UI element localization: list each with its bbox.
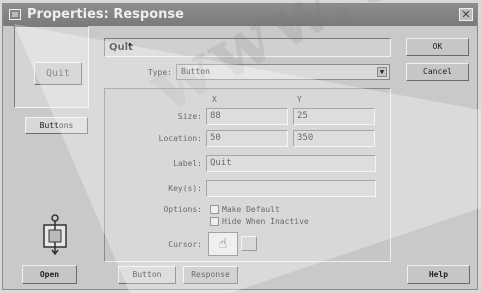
- size-y-field[interactable]: 25: [293, 108, 375, 125]
- cursor-picker-button[interactable]: [241, 236, 257, 251]
- help-button[interactable]: Help: [407, 265, 470, 284]
- size-label: Size:: [177, 112, 202, 121]
- open-button[interactable]: Open: [22, 265, 77, 284]
- cursor-label: Cursor:: [168, 240, 202, 249]
- column-header-y: Y: [297, 95, 302, 104]
- label-label: Label:: [173, 159, 202, 168]
- cancel-button[interactable]: Cancel: [406, 63, 469, 81]
- location-y-field[interactable]: 350: [293, 130, 375, 147]
- location-label: Location:: [158, 134, 202, 143]
- cursor-tool-icon[interactable]: [42, 211, 70, 257]
- chevron-down-icon[interactable]: ▼: [377, 67, 387, 77]
- size-x-field[interactable]: 88: [206, 108, 288, 125]
- label-field[interactable]: Quit: [206, 155, 376, 172]
- make-default-label: Make Default: [222, 205, 280, 214]
- make-default-checkbox[interactable]: [210, 205, 219, 214]
- tab-response[interactable]: Response: [183, 266, 238, 284]
- options-label: Options:: [163, 205, 202, 214]
- location-x-field[interactable]: 50: [206, 130, 288, 147]
- close-button[interactable]: ✕: [459, 8, 473, 21]
- hide-when-inactive-label: Hide When Inactive: [222, 217, 309, 226]
- keys-label: Key(s):: [168, 184, 202, 193]
- ok-button[interactable]: OK: [406, 38, 469, 56]
- hand-pointer-icon[interactable]: ☝: [208, 232, 238, 256]
- hide-when-inactive-checkbox[interactable]: [210, 217, 219, 226]
- keys-field[interactable]: [206, 180, 376, 197]
- title-bar: Properties: Response ✕: [3, 4, 477, 26]
- type-label: Type:: [147, 68, 172, 77]
- buttons-button[interactable]: Buttons: [25, 117, 88, 134]
- type-select-value: Button: [181, 67, 210, 76]
- column-header-x: X: [212, 95, 217, 104]
- tab-button[interactable]: Button: [118, 266, 176, 284]
- window-title: Properties: Response: [27, 7, 184, 22]
- name-field[interactable]: Quit: [104, 38, 391, 57]
- quit-preview-button[interactable]: Quit: [34, 62, 82, 85]
- type-select[interactable]: Button ▼: [176, 64, 390, 80]
- window-app-icon: [9, 9, 21, 20]
